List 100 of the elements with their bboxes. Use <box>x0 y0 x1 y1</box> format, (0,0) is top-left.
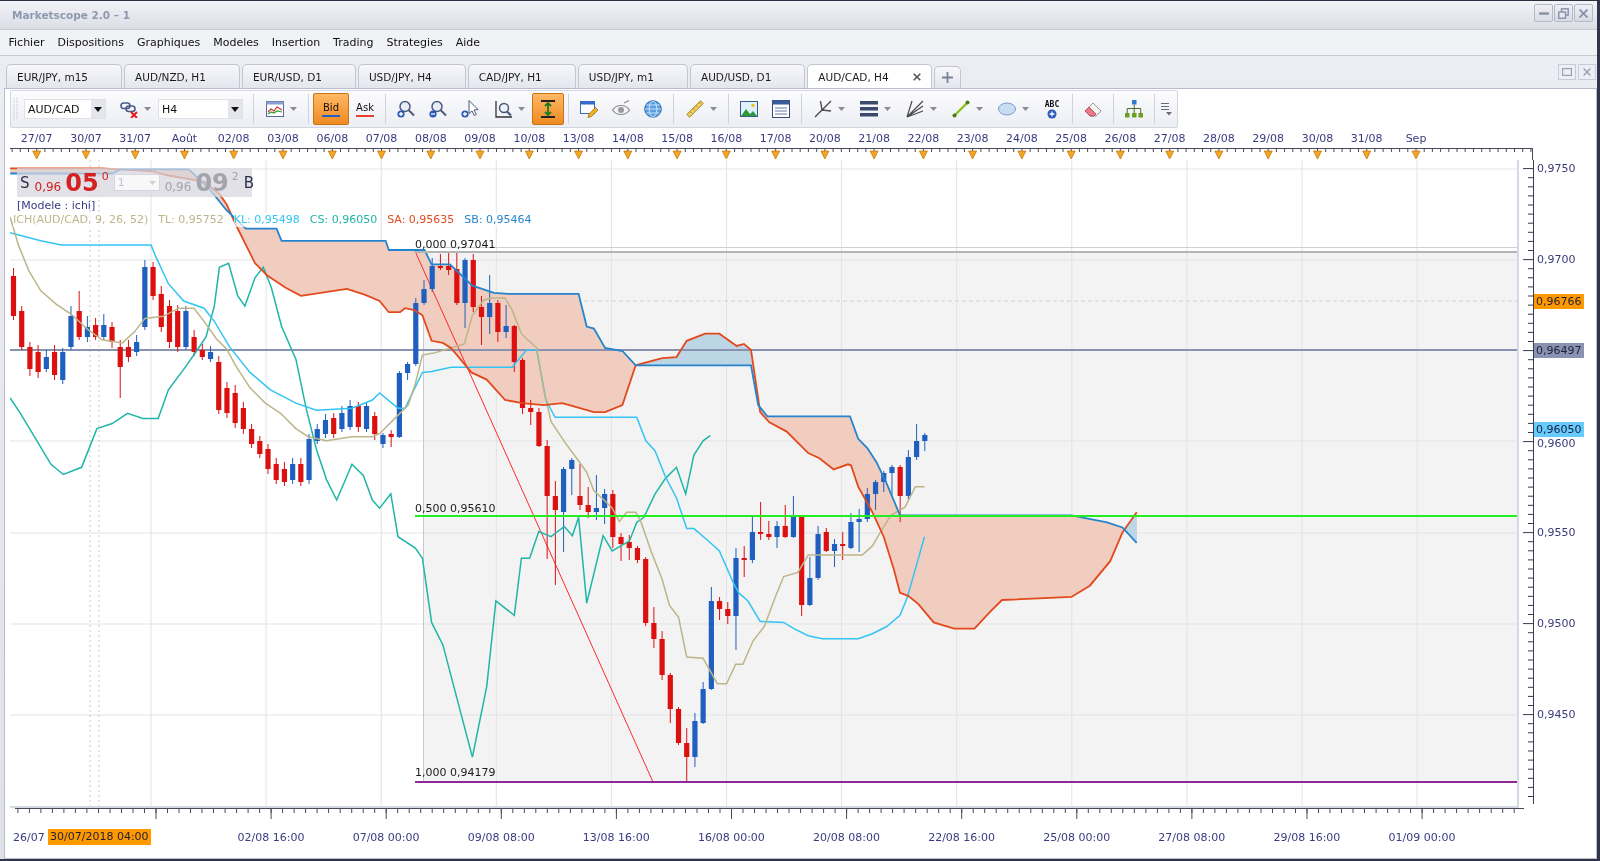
indicator-legend-text: ICH(AUD/CAD, 9, 26, 52) <box>13 213 149 227</box>
chart-tab[interactable]: USD/JPY, H4 <box>357 64 466 88</box>
sell-side-label: S <box>20 173 30 192</box>
minimize-button[interactable] <box>1534 4 1553 22</box>
zoom-in-icon <box>397 100 415 118</box>
text-tool-button[interactable]: ABC <box>1036 93 1068 125</box>
fibonacci-level-label: 0,000 0,97041 <box>415 238 496 251</box>
menu-item[interactable]: Insertion <box>265 34 327 51</box>
price-axis-label: 0,9600 <box>1537 437 1576 451</box>
menu-item[interactable]: Dispositions <box>50 34 131 51</box>
day-marker-icon <box>475 150 485 160</box>
day-marker-icon <box>623 150 633 160</box>
price-side-button[interactable]: Bid <box>313 93 349 125</box>
zoom-out-icon <box>429 100 447 118</box>
day-marker-icon <box>1165 150 1175 160</box>
date-label: 14/08 <box>611 132 644 146</box>
chart-tab[interactable]: USD/JPY, m1 <box>577 64 688 88</box>
indicator-legend-text: SB: 0,95464 <box>464 213 532 227</box>
chart-window-icon <box>772 100 790 118</box>
hierarchy-icon <box>1125 100 1143 118</box>
menu-item[interactable]: Fichier <box>2 34 51 51</box>
unlink-icon <box>119 100 138 118</box>
day-marker-icon <box>820 150 830 160</box>
caret-icon <box>975 107 983 111</box>
date-label: 23/08 <box>956 132 989 146</box>
menu-item[interactable]: Modeles <box>206 34 266 51</box>
indicator-legend-text: KL: 0,95498 <box>233 213 300 227</box>
price-side-button[interactable]: Ask <box>349 93 381 125</box>
caret-icon <box>517 107 525 111</box>
ruler-icon <box>685 100 704 118</box>
indicator-legend-text: CS: 0,96050 <box>309 213 378 227</box>
fibonacci-level-label: 0,500 0,95610 <box>415 502 496 515</box>
day-marker-icon <box>574 150 583 160</box>
day-marker-icon <box>180 150 189 160</box>
line-segment-icon <box>951 100 970 118</box>
time-axis-label: 22/08 16:00 <box>928 830 996 845</box>
vertical-fit-button[interactable] <box>532 93 564 125</box>
add-tab-button[interactable] <box>933 66 961 88</box>
time-axis-label: 16/08 00:00 <box>697 830 765 845</box>
day-marker-icon <box>1263 150 1273 160</box>
time-axis-label: 02/08 16:00 <box>237 830 305 845</box>
caret-icon <box>709 107 717 111</box>
price-axis-label: 0,9500 <box>1537 616 1576 631</box>
day-marker-icon <box>1313 150 1322 160</box>
timeframe-dropdown[interactable]: H4 <box>158 99 243 119</box>
chart-tab[interactable]: AUD/USD, D1 <box>689 64 806 88</box>
symbol-dropdown[interactable]: AUD/CAD <box>24 99 106 119</box>
caret-icon <box>883 107 891 111</box>
date-label: 27/08 <box>1153 132 1186 146</box>
date-label: 31/07 <box>119 132 152 146</box>
caret-icon <box>929 107 937 111</box>
line-chart-icon <box>265 100 284 118</box>
globe-icon <box>644 100 662 118</box>
caret-icon <box>837 107 845 111</box>
day-marker-icon <box>1411 150 1421 160</box>
picture-icon <box>740 100 758 118</box>
vertical-fit-icon <box>539 100 557 118</box>
menu-item[interactable]: Strategies <box>379 34 450 51</box>
pitchfork-icon <box>813 100 832 118</box>
day-marker-icon <box>32 150 42 160</box>
date-label: 20/08 <box>809 132 841 146</box>
time-axis-label: 29/08 16:00 <box>1273 830 1341 845</box>
date-label: Août <box>171 132 198 146</box>
date-label: 08/08 <box>414 132 447 146</box>
menu-item[interactable]: Trading <box>326 34 380 51</box>
day-marker-icon <box>130 150 140 160</box>
date-label: 26/08 <box>1104 132 1137 146</box>
fibonacci-level-label: 1,000 0,94179 <box>415 766 496 779</box>
day-marker-icon <box>721 150 731 160</box>
minimize-icon <box>1538 11 1549 15</box>
caret-icon <box>148 180 156 185</box>
time-axis-label: 09/08 08:00 <box>467 830 535 845</box>
restore-button[interactable] <box>1554 4 1573 22</box>
menu-item[interactable]: Graphiques <box>130 34 207 51</box>
date-label: 29/08 <box>1252 132 1285 146</box>
day-marker-icon <box>1214 150 1224 160</box>
day-marker-icon <box>278 150 288 160</box>
pointer-plus-icon <box>461 100 479 118</box>
buy-side-label: B <box>243 173 255 192</box>
fan-lines-icon <box>905 100 924 118</box>
date-label: 06/08 <box>316 132 349 146</box>
day-marker-icon <box>377 150 386 160</box>
caret-icon <box>143 107 151 111</box>
close-icon <box>1579 8 1588 18</box>
date-label: Sep <box>1405 132 1427 146</box>
day-marker-icon <box>524 150 534 160</box>
chart-tab[interactable]: EUR/JPY, m15 <box>6 64 123 88</box>
day-marker-icon <box>426 150 436 160</box>
date-label: 28/08 <box>1203 132 1235 146</box>
time-axis-label: 07/08 00:00 <box>352 830 420 845</box>
chart-tab[interactable]: AUD/CAD, H4 <box>807 64 932 88</box>
date-label: 27/07 <box>20 132 53 146</box>
chart-tab[interactable]: AUD/NZD, H1 <box>124 64 240 88</box>
price-axis-label: 0,9700 <box>1537 252 1576 267</box>
menu-item[interactable]: Aide <box>449 34 487 51</box>
indicator-legend-text: TL: 0,95752 <box>158 213 224 227</box>
restore-icon <box>1558 7 1569 19</box>
chart-tab[interactable]: EUR/USD, D1 <box>241 64 356 88</box>
chart-tab[interactable]: CAD/JPY, H1 <box>467 64 576 88</box>
close-button[interactable] <box>1574 4 1593 22</box>
